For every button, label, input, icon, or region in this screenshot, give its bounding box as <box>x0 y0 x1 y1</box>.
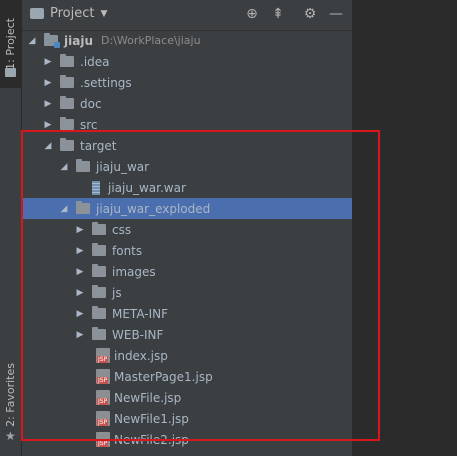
tree-node-label: fonts <box>112 243 143 258</box>
tree-node-src[interactable]: ▶ src <box>22 114 352 135</box>
tree-node-index-jsp[interactable]: JSP index.jsp <box>22 345 352 366</box>
tree-node-label: index.jsp <box>114 348 168 363</box>
jsp-file-icon: JSP <box>96 369 110 384</box>
folder-icon <box>60 96 74 109</box>
tree-node-idea[interactable]: ▶ .idea <box>22 51 352 72</box>
expanded-arrow-icon: ◢ <box>44 140 52 151</box>
tree-node-fonts[interactable]: ▶ fonts <box>22 240 352 261</box>
root-path: D:\WorkPlace\jiaju <box>100 34 201 47</box>
tree-node-newfile-jsp[interactable]: JSP NewFile.jsp <box>22 387 352 408</box>
root-name: jiaju <box>64 33 93 48</box>
collapsed-arrow-icon: ▶ <box>76 329 84 340</box>
collapsed-arrow-icon: ▶ <box>76 224 84 235</box>
tree-node-jiaju-war[interactable]: ◢ jiaju_war <box>22 156 352 177</box>
folder-icon <box>92 222 106 235</box>
view-selector[interactable]: Project ▼ <box>30 6 107 21</box>
collapsed-arrow-icon: ▶ <box>44 56 52 67</box>
favorites-tab-label: 2: Favorites <box>4 363 17 427</box>
favorites-tool-tab[interactable]: 2: Favorites <box>0 360 21 430</box>
collapsed-arrow-icon: ▶ <box>44 119 52 130</box>
tool-window-stripe: 1: Project 2: Favorites ★ <box>0 0 22 456</box>
panel-title: Project <box>50 6 95 21</box>
jsp-file-icon: JSP <box>96 390 110 405</box>
tree-node-jiaju-war-war[interactable]: jiaju_war.war <box>22 177 352 198</box>
tree-node-newfile1-jsp[interactable]: JSP NewFile1.jsp <box>22 408 352 429</box>
folder-icon <box>76 201 90 214</box>
folder-icon <box>92 327 106 340</box>
tree-node-label: META-INF <box>112 306 169 321</box>
star-icon: ★ <box>5 429 16 443</box>
module-folder-icon <box>44 33 60 48</box>
archive-file-icon <box>92 180 100 195</box>
tree-node-root[interactable]: ◢ jiaju D:\WorkPlace\jiaju <box>22 30 352 51</box>
expanded-arrow-icon: ◢ <box>28 35 36 46</box>
tree-node-settings[interactable]: ▶ .settings <box>22 72 352 93</box>
tree-node-jiaju-war-exploded[interactable]: ◢ jiaju_war_exploded <box>22 198 352 219</box>
tree-node-label: NewFile1.jsp <box>114 411 189 426</box>
folder-icon <box>76 159 90 172</box>
tree-node-images[interactable]: ▶ images <box>22 261 352 282</box>
hide-panel-icon[interactable]: — <box>328 6 344 22</box>
expanded-arrow-icon: ◢ <box>60 203 68 214</box>
tree-node-doc[interactable]: ▶ doc <box>22 93 352 114</box>
tree-node-label: target <box>80 138 117 153</box>
jsp-file-icon: JSP <box>96 411 110 426</box>
jsp-file-icon: JSP <box>96 432 110 447</box>
collapsed-arrow-icon: ▶ <box>44 77 52 88</box>
tree-node-newfile2-jsp[interactable]: JSP NewFile2.jsp <box>22 429 352 450</box>
collapsed-arrow-icon: ▶ <box>76 287 84 298</box>
locate-target-icon[interactable]: ⊕ <box>244 6 260 22</box>
panel-header: Project ▼ ⊕ ⇞ ⚙ — <box>22 0 352 31</box>
tree-node-meta-inf[interactable]: ▶ META-INF <box>22 303 352 324</box>
tree-node-label: css <box>112 222 132 237</box>
tree-node-label: jiaju_war <box>96 159 150 174</box>
tree-node-label: doc <box>80 96 102 111</box>
folder-icon <box>92 264 106 277</box>
jsp-file-icon: JSP <box>96 348 110 363</box>
tree-node-label: NewFile.jsp <box>114 390 182 405</box>
project-tree: ◢ jiaju D:\WorkPlace\jiaju ▶ .idea ▶ .se… <box>22 30 352 450</box>
gear-icon[interactable]: ⚙ <box>302 6 318 22</box>
tree-node-js[interactable]: ▶ js <box>22 282 352 303</box>
editor-area <box>352 0 457 456</box>
chevron-down-icon: ▼ <box>100 8 108 19</box>
collapsed-arrow-icon: ▶ <box>76 308 84 319</box>
tree-node-web-inf[interactable]: ▶ WEB-INF <box>22 324 352 345</box>
tree-node-label: src <box>80 117 98 132</box>
folder-icon <box>60 75 74 88</box>
project-panel: Project ▼ ⊕ ⇞ ⚙ — ◢ jiaju D:\WorkPlace\j… <box>22 0 352 456</box>
folder-icon <box>60 138 74 151</box>
collapsed-arrow-icon: ▶ <box>44 98 52 109</box>
tree-node-label: .settings <box>80 75 132 90</box>
tree-node-label: jiaju_war.war <box>108 180 186 195</box>
tree-node-css[interactable]: ▶ css <box>22 219 352 240</box>
folder-icon <box>60 117 74 130</box>
tree-node-label: WEB-INF <box>112 327 164 342</box>
folder-icon <box>92 285 106 298</box>
folder-icon <box>92 243 106 256</box>
tree-node-label: js <box>112 285 122 300</box>
collapse-all-icon[interactable]: ⇞ <box>270 6 286 22</box>
project-view-icon <box>30 8 44 19</box>
project-folder-icon <box>5 68 16 77</box>
tree-node-label: NewFile2.jsp <box>114 432 189 447</box>
tree-node-target[interactable]: ◢ target <box>22 135 352 156</box>
collapsed-arrow-icon: ▶ <box>76 266 84 277</box>
tree-node-masterpage1-jsp[interactable]: JSP MasterPage1.jsp <box>22 366 352 387</box>
folder-icon <box>60 54 74 67</box>
project-tab-label: 1: Project <box>4 18 17 70</box>
expanded-arrow-icon: ◢ <box>60 161 68 172</box>
folder-icon <box>92 306 106 319</box>
tree-node-label: jiaju_war_exploded <box>96 201 211 216</box>
tree-node-label: images <box>112 264 156 279</box>
tree-node-label: .idea <box>80 54 110 69</box>
collapsed-arrow-icon: ▶ <box>76 245 84 256</box>
tree-node-label: MasterPage1.jsp <box>114 369 213 384</box>
